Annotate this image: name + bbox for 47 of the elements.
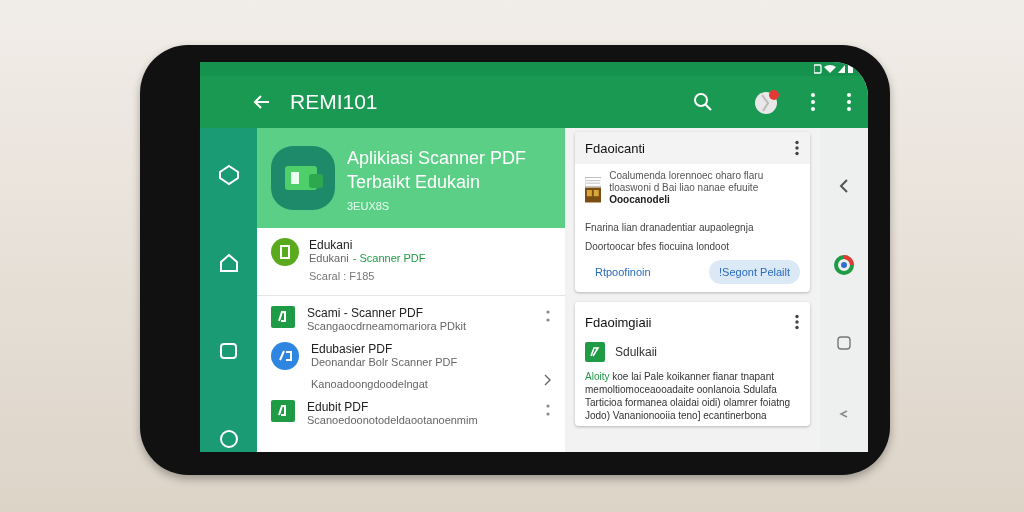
app-icon bbox=[271, 400, 295, 422]
card-title: Fdaoicanti bbox=[585, 140, 645, 156]
card-text: Fnarina lian dranadentiar aupaolegnja bbox=[584, 221, 755, 235]
app-logo-icon bbox=[271, 146, 335, 210]
card-description: Aloity koe lai Pale koikanner fianar tnapant memoltiomoceaooadaite oonlanoia Sdulafa Tarticioa formanea olaidai oidi) olamrer foiatng Jodo) Vananionooiia teno] ecantinerbona bbox=[585, 370, 792, 422]
back-chevron-icon[interactable] bbox=[838, 178, 850, 194]
hero-subtitle: 3EUX8S bbox=[347, 200, 391, 212]
item-accent-text: - Scanner PDF bbox=[352, 252, 426, 264]
ring-icon[interactable] bbox=[833, 254, 855, 276]
card-description: Coalumenda lorennoec oharo flaru tloaswoni d Bai liao nanae efuuite bbox=[609, 170, 765, 194]
list-item[interactable]: Scami - Scanner PDF Scangaocdrneamomariora PDkit bbox=[257, 306, 565, 332]
home-icon[interactable] bbox=[217, 252, 240, 274]
card-label: Ooocanodeli bbox=[609, 194, 671, 205]
list-item[interactable]: Edubit PDF Scanoedoonotodeldaootanoenmim bbox=[257, 400, 565, 426]
item-meta: Scaral : F185 bbox=[309, 270, 376, 282]
home-square-icon[interactable] bbox=[837, 336, 851, 350]
item-subtitle: Scanoedoonotodeldaootanoenmim bbox=[307, 414, 479, 426]
item-subtitle: Deonandar Bolr Scanner PDF bbox=[311, 356, 459, 368]
item-subtitle: Edukani bbox=[309, 252, 349, 264]
app-icon bbox=[585, 342, 605, 362]
app-icon bbox=[271, 306, 295, 328]
square-icon[interactable] bbox=[217, 340, 240, 362]
more-icon[interactable] bbox=[794, 140, 800, 156]
card-text: Doortoocar bfes fiocuina londoot bbox=[584, 240, 730, 254]
list-item[interactable]: Edubasier PDF Deonandar Bolr Scanner PDF Kanoadoongdoodelngat bbox=[257, 342, 565, 390]
item-subtitle: Scangaocdrneamomariora PDkit bbox=[307, 320, 467, 332]
hexagon-icon[interactable] bbox=[217, 164, 240, 186]
hero-title: Aplikiasi Scanner PDF Terbaikt Edukain bbox=[347, 147, 527, 194]
more-icon[interactable] bbox=[794, 314, 800, 330]
card-button[interactable]: Rtpoofinoin bbox=[585, 260, 661, 284]
card-button[interactable]: !Segont Pelailt bbox=[709, 260, 800, 284]
chevron-right-icon[interactable] bbox=[543, 374, 551, 386]
app-name: Sdulkaii bbox=[615, 345, 658, 359]
app-title: REMI101 bbox=[290, 90, 379, 114]
app-icon bbox=[271, 238, 299, 266]
item-detail: Kanoadoongdoodelngat bbox=[311, 378, 429, 390]
item-title: Scami - Scanner PDF bbox=[307, 306, 425, 320]
item-title: Edubasier PDF bbox=[311, 342, 394, 356]
avatar-icon[interactable] bbox=[754, 89, 780, 115]
card-title: Fdaoimgiaii bbox=[585, 314, 652, 330]
status-icons bbox=[814, 64, 854, 74]
item-title: Edukani bbox=[309, 238, 354, 252]
app-icon bbox=[271, 342, 299, 370]
search-icon[interactable] bbox=[692, 91, 714, 113]
circle-icon[interactable] bbox=[217, 428, 240, 450]
item-title: Edubit PDF bbox=[307, 400, 370, 414]
featured-item[interactable]: Edukani Edukani - Scanner PDF Scaral : F185 bbox=[257, 228, 565, 296]
